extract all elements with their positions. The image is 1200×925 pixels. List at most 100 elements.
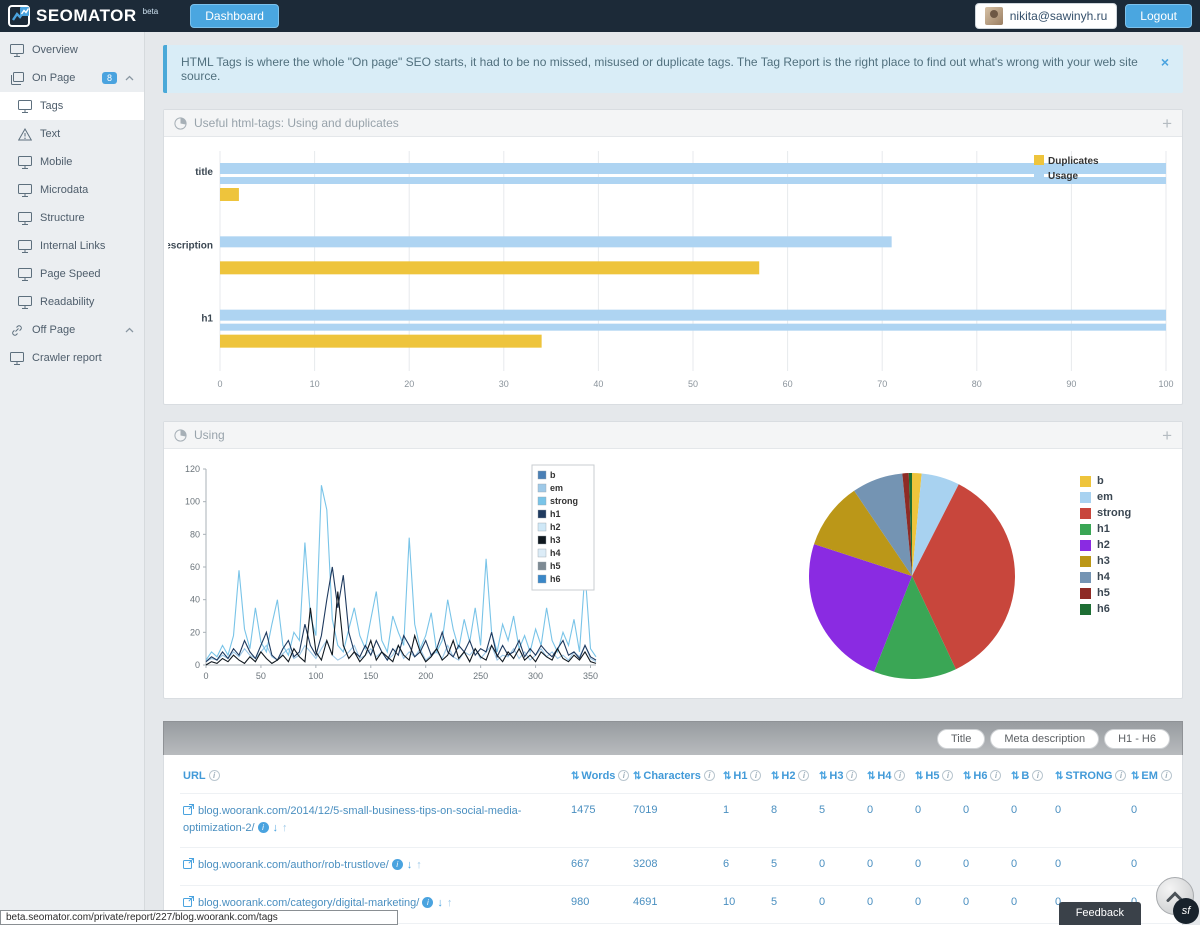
filter-h1-h6-button[interactable]: H1 - H6 bbox=[1104, 729, 1170, 749]
table-row: blog.woorank.com/2014/12/5-small-busines… bbox=[180, 794, 1182, 848]
svg-text:150: 150 bbox=[363, 671, 378, 681]
user-account-button[interactable]: nikita@sawinyh.ru bbox=[975, 3, 1118, 29]
sidebar-item-structure[interactable]: Structure bbox=[0, 204, 144, 232]
top-bar: SEOMATOR beta Dashboard nikita@sawinyh.r… bbox=[0, 0, 1200, 32]
url-link[interactable]: blog.woorank.com/category/digital-market… bbox=[198, 897, 419, 909]
info-icon[interactable]: i bbox=[798, 770, 809, 781]
column-header-h3[interactable]: ⇅H3i bbox=[816, 759, 864, 794]
svg-text:40: 40 bbox=[190, 595, 200, 605]
filter-meta-description-button[interactable]: Meta description bbox=[990, 729, 1099, 749]
seomator-logo[interactable]: SEOMATOR beta bbox=[8, 5, 158, 27]
sort-icon[interactable]: ⇅ bbox=[771, 771, 779, 782]
panel-header: Useful html-tags: Using and duplicates + bbox=[164, 110, 1182, 137]
column-header-url[interactable]: URLi bbox=[180, 759, 568, 794]
expand-icon[interactable]: + bbox=[1162, 427, 1172, 444]
sort-icon[interactable]: ⇅ bbox=[633, 771, 641, 782]
sort-icon[interactable]: ⇅ bbox=[1055, 771, 1063, 782]
info-icon[interactable]: i bbox=[392, 859, 403, 870]
arrow-up-icon[interactable]: ↑ bbox=[282, 822, 288, 834]
sidebar-item-text[interactable]: Text bbox=[0, 120, 144, 148]
sort-icon[interactable]: ⇅ bbox=[1011, 771, 1019, 782]
sort-icon[interactable]: ⇅ bbox=[1131, 771, 1139, 782]
sort-icon[interactable]: ⇅ bbox=[867, 771, 875, 782]
sidebar-item-label: On Page bbox=[32, 72, 75, 84]
column-header-b[interactable]: ⇅Bi bbox=[1008, 759, 1052, 794]
column-header-h1[interactable]: ⇅H1i bbox=[720, 759, 768, 794]
cell-characters: 4691 bbox=[630, 885, 720, 923]
info-icon[interactable]: i bbox=[258, 822, 269, 833]
cell-h1: 10 bbox=[720, 885, 768, 923]
svg-text:80: 80 bbox=[972, 379, 982, 389]
sidebar-item-internal-links[interactable]: Internal Links bbox=[0, 232, 144, 260]
info-icon[interactable]: i bbox=[704, 770, 715, 781]
sidebar-item-microdata[interactable]: Microdata bbox=[0, 176, 144, 204]
expand-icon[interactable]: + bbox=[1162, 115, 1172, 132]
legend-label: h4 bbox=[1097, 571, 1110, 583]
info-icon[interactable]: i bbox=[1032, 770, 1043, 781]
arrow-down-icon[interactable]: ↓ bbox=[407, 859, 413, 871]
cell-h3: 0 bbox=[816, 885, 864, 923]
column-header-strong[interactable]: ⇅STRONGi bbox=[1052, 759, 1128, 794]
info-icon[interactable]: i bbox=[894, 770, 905, 781]
info-icon[interactable]: i bbox=[422, 897, 433, 908]
url-link[interactable]: blog.woorank.com/author/rob-trustlove/ bbox=[198, 859, 389, 871]
sort-icon[interactable]: ⇅ bbox=[571, 771, 579, 782]
logout-button[interactable]: Logout bbox=[1125, 4, 1192, 28]
user-avatar bbox=[985, 7, 1003, 25]
cell-h2: 5 bbox=[768, 847, 816, 885]
sidebar-item-mobile[interactable]: Mobile bbox=[0, 148, 144, 176]
tags-table-panel: URLi ⇅Wordsi ⇅Charactersi ⇅H1i ⇅H2i ⇅H3i… bbox=[163, 755, 1183, 925]
info-icon[interactable]: i bbox=[1161, 770, 1172, 781]
info-icon[interactable]: i bbox=[209, 770, 220, 781]
main-content: HTML Tags is where the whole "On page" S… bbox=[145, 32, 1200, 925]
pie-chart-icon bbox=[174, 117, 187, 130]
svg-text:100: 100 bbox=[185, 497, 200, 507]
sort-icon[interactable]: ⇅ bbox=[723, 771, 731, 782]
sidebar-item-on-page[interactable]: On Page 8 bbox=[0, 64, 144, 92]
svg-text:200: 200 bbox=[418, 671, 433, 681]
sidebar-item-label: Page Speed bbox=[40, 268, 101, 280]
sort-icon[interactable]: ⇅ bbox=[819, 771, 827, 782]
column-header-characters[interactable]: ⇅Charactersi bbox=[630, 759, 720, 794]
info-icon[interactable]: i bbox=[1115, 770, 1126, 781]
chevron-up-icon bbox=[125, 75, 134, 81]
info-icon[interactable]: i bbox=[990, 770, 1001, 781]
info-icon[interactable]: i bbox=[846, 770, 857, 781]
close-icon[interactable]: × bbox=[1149, 55, 1169, 69]
url-link[interactable]: blog.woorank.com/2014/12/5-small-busines… bbox=[183, 805, 521, 834]
arrow-down-icon[interactable]: ↓ bbox=[437, 897, 443, 909]
column-header-em[interactable]: ⇅EMi bbox=[1128, 759, 1182, 794]
sidebar-item-off-page[interactable]: Off Page bbox=[0, 316, 144, 344]
sort-icon[interactable]: ⇅ bbox=[963, 771, 971, 782]
column-header-words[interactable]: ⇅Wordsi bbox=[568, 759, 630, 794]
legend-label: em bbox=[1097, 491, 1113, 503]
sidebar: Overview On Page 8 Tags Text Mobile Micr… bbox=[0, 32, 145, 925]
sidebar-item-crawler-report[interactable]: Crawler report bbox=[0, 344, 144, 372]
monitor-icon bbox=[10, 352, 24, 365]
logo-icon bbox=[8, 5, 30, 27]
sidebar-item-readability[interactable]: Readability bbox=[0, 288, 144, 316]
column-header-h4[interactable]: ⇅H4i bbox=[864, 759, 912, 794]
arrow-up-icon[interactable]: ↑ bbox=[416, 859, 422, 871]
link-icon bbox=[10, 324, 24, 337]
arrow-up-icon[interactable]: ↑ bbox=[447, 897, 453, 909]
sort-icon[interactable]: ⇅ bbox=[915, 771, 923, 782]
sf-logo[interactable]: sf bbox=[1173, 898, 1199, 924]
info-icon[interactable]: i bbox=[618, 770, 629, 781]
feedback-button[interactable]: Feedback bbox=[1059, 902, 1141, 925]
column-header-h2[interactable]: ⇅H2i bbox=[768, 759, 816, 794]
info-icon[interactable]: i bbox=[750, 770, 761, 781]
dashboard-button[interactable]: Dashboard bbox=[190, 4, 279, 28]
pie-legend-item: h4 bbox=[1080, 571, 1166, 583]
column-header-h5[interactable]: ⇅H5i bbox=[912, 759, 960, 794]
sidebar-item-tags[interactable]: Tags bbox=[0, 92, 144, 120]
info-icon[interactable]: i bbox=[942, 770, 953, 781]
svg-text:10: 10 bbox=[310, 379, 320, 389]
filter-title-button[interactable]: Title bbox=[937, 729, 985, 749]
column-header-h6[interactable]: ⇅H6i bbox=[960, 759, 1008, 794]
using-pie-chart bbox=[800, 469, 1024, 683]
cell-h4: 0 bbox=[864, 885, 912, 923]
sidebar-item-page-speed[interactable]: Page Speed bbox=[0, 260, 144, 288]
sidebar-item-overview[interactable]: Overview bbox=[0, 36, 144, 64]
arrow-down-icon[interactable]: ↓ bbox=[273, 822, 279, 834]
